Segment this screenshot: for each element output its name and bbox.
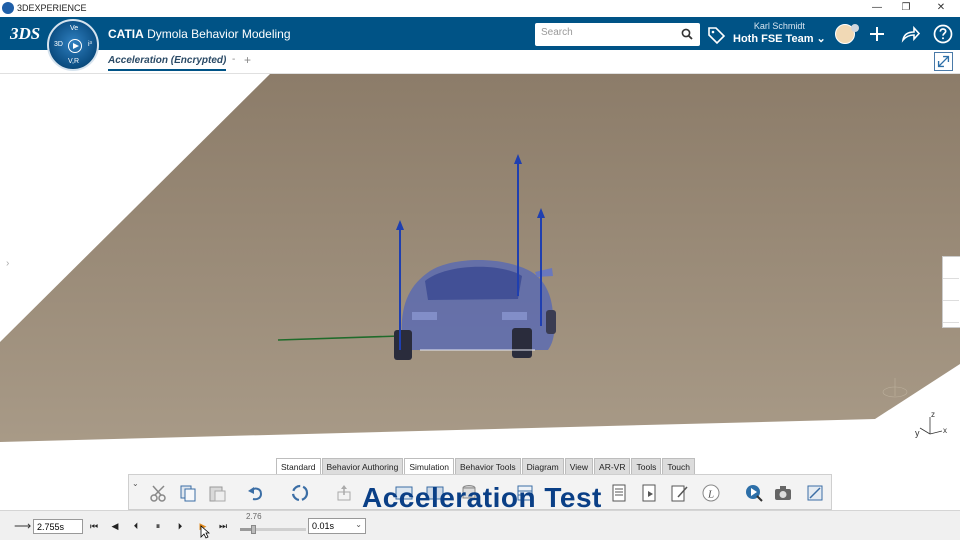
compass-left-label[interactable]: 3D [54, 41, 63, 48]
tab-behavior-authoring[interactable]: Behavior Authoring [321, 458, 404, 474]
top-bar: 3DS CATIA Dymola Behavior Modeling Karl … [0, 17, 960, 50]
time-step-select[interactable]: 0.01s ⌄ [308, 518, 366, 534]
tab-diagram[interactable]: Diagram [521, 458, 564, 474]
export-icon[interactable] [334, 483, 354, 503]
right-side-toolbar [942, 256, 960, 328]
report-icon[interactable] [609, 483, 629, 503]
3ds-logo[interactable]: 3DS [10, 24, 40, 44]
capture-icon[interactable] [773, 483, 793, 503]
minimize-button[interactable]: — [870, 1, 884, 15]
app-title: Dymola Behavior Modeling [147, 27, 291, 41]
tag-icon[interactable] [706, 25, 726, 45]
compass-bottom-label[interactable]: V,R [68, 58, 79, 65]
paste-icon[interactable] [207, 483, 227, 503]
tab-view[interactable]: View [564, 458, 594, 474]
3dexperience-app-icon [2, 2, 14, 14]
playback-bar: ⟶ ⏮ ◀ ⏴ ⏸ ⏵ ▶ ⏭ 2.76 0.01s ⌄ [0, 510, 960, 540]
document-edit-icon[interactable] [669, 483, 689, 503]
jump-to-start-button[interactable]: ⏮ [87, 519, 101, 533]
time-slider-handle[interactable] [251, 525, 257, 534]
comment-icon[interactable] [943, 257, 959, 279]
tab-bar: Acceleration (Encrypted) - + [0, 50, 960, 74]
tab-simulation[interactable]: Simulation [404, 458, 455, 474]
notification-badge [851, 24, 859, 32]
share-icon[interactable] [899, 23, 921, 45]
add-tab-button[interactable]: + [244, 53, 251, 67]
jump-to-end-button[interactable]: ⏭ [216, 519, 230, 533]
app-brand: CATIA Dymola Behavior Modeling [108, 27, 291, 41]
tab-standard[interactable]: Standard [276, 458, 321, 474]
time-step-value: 0.01s [312, 521, 335, 531]
tab-touch[interactable]: Touch [662, 458, 696, 474]
mouse-cursor-icon [200, 525, 210, 539]
tab-ar-vr[interactable]: AR-VR [594, 458, 631, 474]
pause-button[interactable]: ⏸ [151, 519, 165, 533]
law-icon[interactable]: L [701, 483, 721, 503]
step-forward-button[interactable]: ⏵ [173, 519, 187, 533]
svg-text:L: L [707, 489, 714, 501]
cut-icon[interactable] [149, 483, 169, 503]
copy-icon[interactable] [178, 483, 198, 503]
3d-viewport[interactable]: y x z › [0, 74, 960, 510]
slider-value: 2.76 [246, 512, 262, 521]
help-icon[interactable] [932, 23, 954, 45]
restore-button[interactable]: ❐ [899, 1, 913, 15]
folder-icon[interactable] [943, 301, 959, 323]
left-panel-expand-icon[interactable]: › [6, 258, 9, 269]
brand-name: CATIA [108, 27, 144, 41]
axis-x-label: x [943, 426, 947, 435]
team-selector[interactable]: Hoth FSE Team ⌄ [733, 32, 826, 45]
compass-widget[interactable]: Ve 3D i³ V,R [47, 19, 99, 71]
axis-y-label: y [915, 428, 920, 438]
search-input[interactable] [541, 27, 671, 38]
tab-menu[interactable]: - [232, 54, 235, 65]
step-backward-button[interactable]: ⏴ [129, 519, 143, 533]
fit-all-icon[interactable] [934, 52, 953, 71]
search-box [535, 23, 700, 46]
action-bar-collapse-icon[interactable]: ⌄ [132, 479, 139, 488]
action-bar-tabs: Standard Behavior Authoring Simulation B… [276, 458, 696, 474]
play-backward-button[interactable]: ◀ [108, 519, 122, 533]
add-icon[interactable] [866, 23, 888, 45]
search-icon[interactable] [681, 28, 693, 40]
chevron-down-icon: ⌄ [355, 520, 362, 529]
properties-icon[interactable] [943, 279, 959, 301]
tools-options-icon[interactable] [805, 483, 825, 503]
compass-play-icon[interactable] [68, 39, 82, 53]
undo-icon[interactable] [246, 483, 266, 503]
current-time-field[interactable] [33, 519, 83, 534]
tab-tools[interactable]: Tools [631, 458, 662, 474]
window-titlebar: 3DEXPERIENCE — ❐ ✕ [0, 0, 960, 17]
3d-scene[interactable]: y x z [0, 74, 960, 510]
compass-top-label[interactable]: Ve [70, 25, 78, 32]
ground-plane [0, 74, 960, 442]
user-name: Karl Schmidt [753, 21, 805, 31]
document-play-icon[interactable] [639, 483, 659, 503]
axis-z-label: z [931, 410, 935, 419]
time-slider[interactable] [240, 525, 306, 534]
tab-acceleration[interactable]: Acceleration (Encrypted) [108, 55, 227, 71]
play-direction-icon[interactable]: ⟶ [14, 519, 31, 533]
tab-behavior-tools[interactable]: Behavior Tools [455, 458, 521, 474]
play-simulation-icon[interactable] [744, 483, 764, 503]
video-caption: Acceleration Test [362, 482, 602, 513]
view-triad [919, 417, 943, 435]
close-button[interactable]: ✕ [934, 1, 948, 15]
user-menu[interactable]: Karl Schmidt Hoth FSE Team ⌄ [733, 21, 826, 45]
update-icon[interactable] [290, 483, 310, 503]
window-title: 3DEXPERIENCE [17, 3, 87, 13]
compass-right-label[interactable]: i³ [88, 41, 92, 48]
